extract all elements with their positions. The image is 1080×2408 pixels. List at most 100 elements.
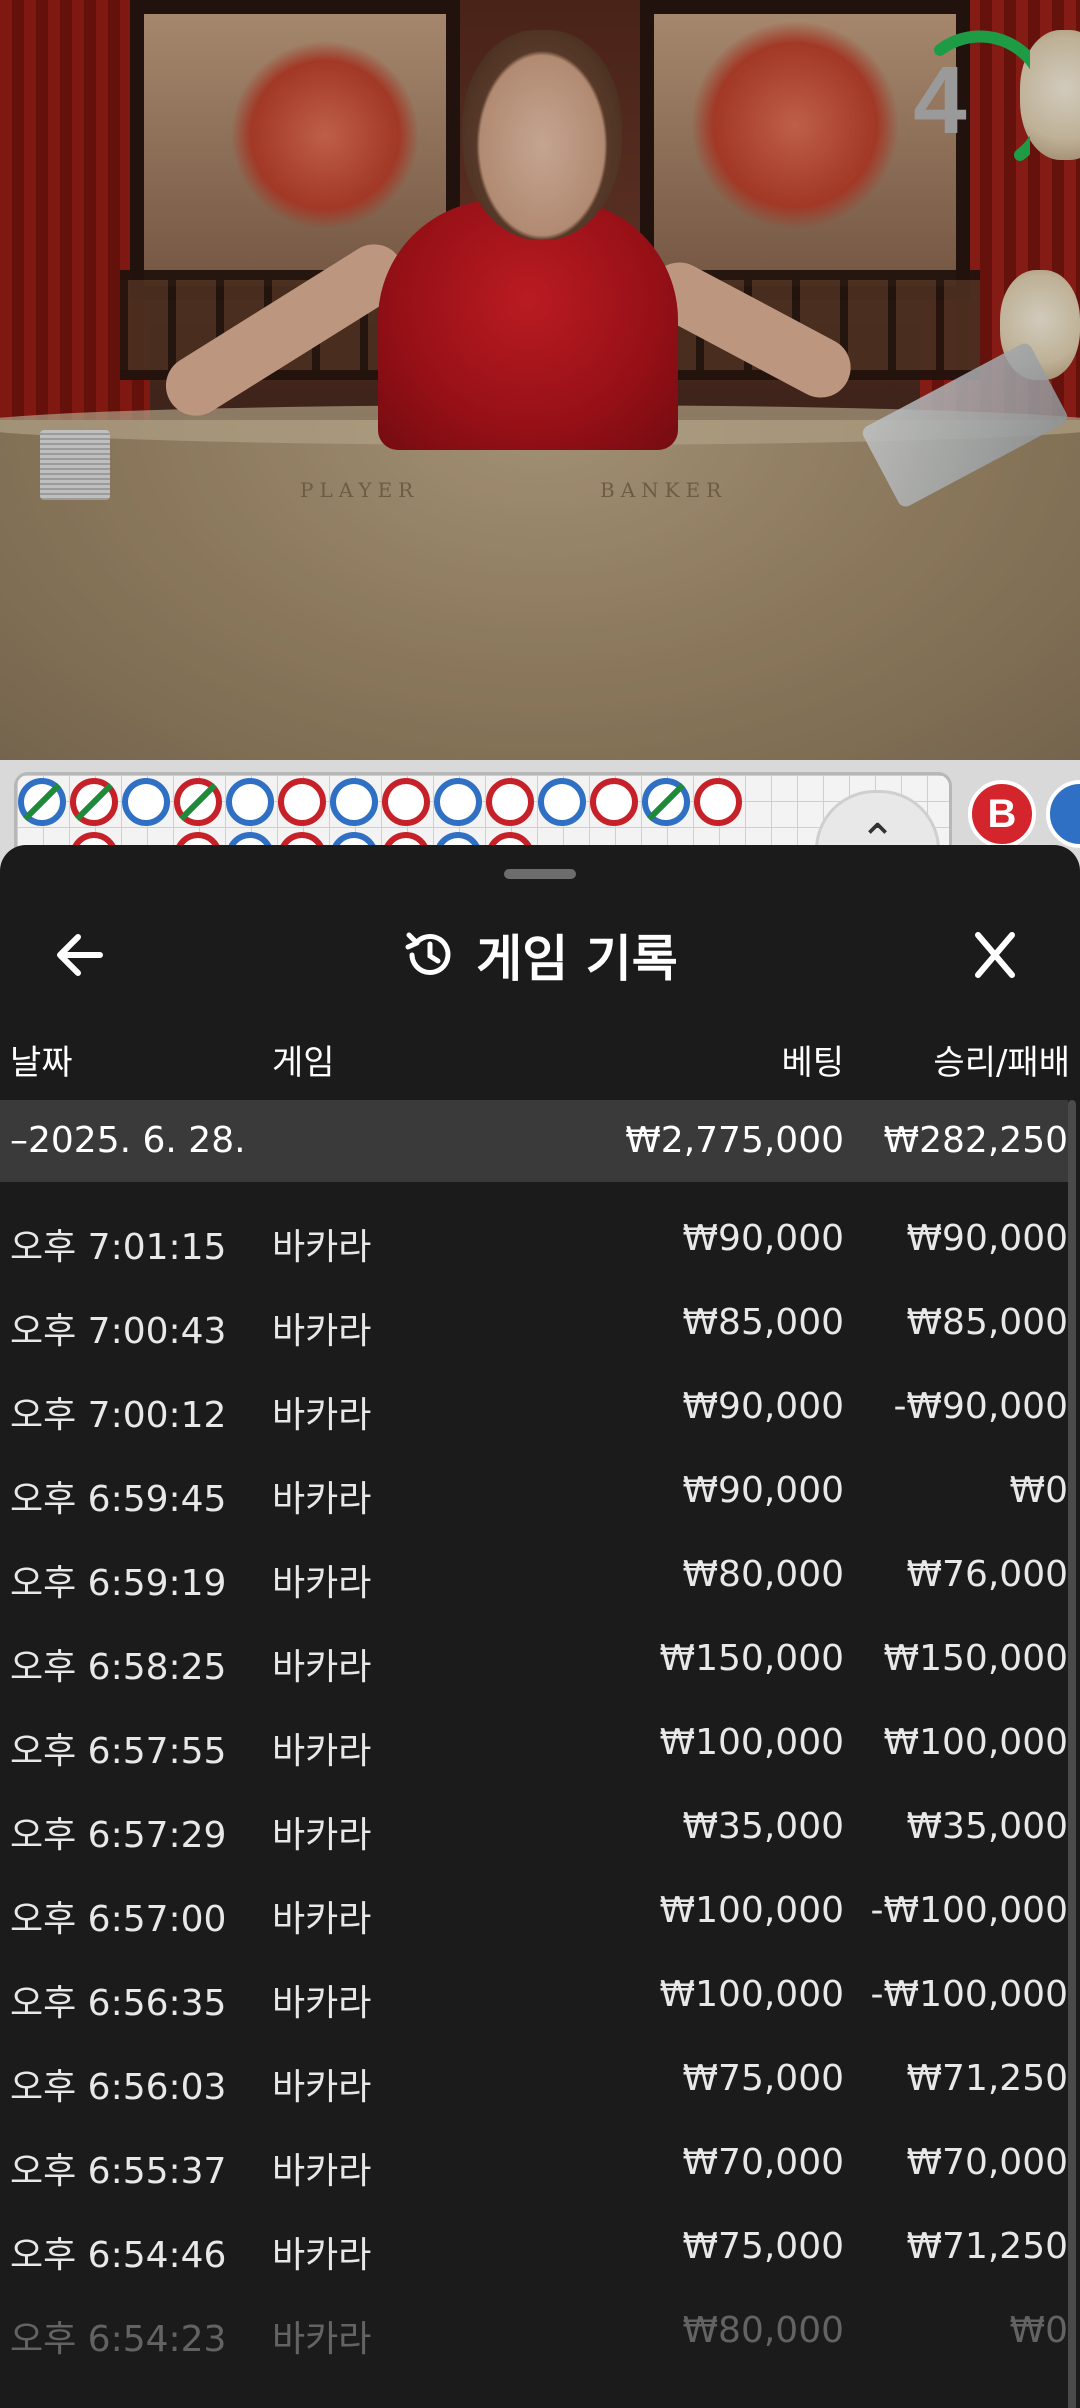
- row-game: 바카라: [272, 2235, 372, 2276]
- row-result: ₩71,250: [906, 2226, 1068, 2267]
- row-bet: ₩90,000: [682, 1218, 844, 1259]
- row-result: ₩150,000: [883, 1638, 1068, 1679]
- table-row[interactable]: 오후 6:54:46 바카라 ₩75,000 ₩71,250: [0, 2206, 1068, 2290]
- row-bet: ₩90,000: [682, 1386, 844, 1427]
- table-row[interactable]: 오후 6:57:29 바카라 ₩35,000 ₩35,000: [0, 1786, 1068, 1870]
- row-time: 오후 7:00:43: [10, 1311, 227, 1352]
- row-result: ₩70,000: [906, 2142, 1068, 2183]
- row-game: 바카라: [272, 2067, 372, 2108]
- row-bet: ₩100,000: [659, 1890, 844, 1931]
- bead-banker-tie: [174, 778, 222, 826]
- row-bet: ₩70,000: [682, 2142, 844, 2183]
- table-row[interactable]: 오후 6:54:23 바카라 ₩80,000 ₩0: [0, 2290, 1068, 2374]
- page-title: 게임 기록: [476, 930, 678, 988]
- banker-badge[interactable]: B: [968, 780, 1036, 848]
- row-bet: ₩75,000: [682, 2226, 844, 2267]
- row-bet: ₩100,000: [659, 1974, 844, 2015]
- summary-bet: ₩2,775,000: [625, 1120, 844, 1161]
- row-time: 오후 6:59:45: [10, 1479, 227, 1520]
- row-bet: ₩80,000: [682, 2310, 844, 2351]
- row-result: ₩100,000: [883, 1722, 1068, 1763]
- date-group-summary[interactable]: –2025. 6. 28. ₩2,775,000 ₩282,250: [0, 1100, 1068, 1182]
- row-game: 바카라: [272, 1899, 372, 1940]
- countdown-number: 4: [913, 47, 967, 154]
- table-row[interactable]: 오후 6:57:55 바카라 ₩100,000 ₩100,000: [0, 1702, 1068, 1786]
- bead-player-tie: [18, 778, 66, 826]
- col-bet: 베팅: [781, 1043, 844, 1083]
- back-arrow-icon[interactable]: [48, 925, 118, 985]
- row-game: 바카라: [272, 1563, 372, 1604]
- summary-date: –2025. 6. 28.: [10, 1120, 246, 1161]
- table-row[interactable]: 오후 7:01:15 바카라 ₩90,000 ₩90,000: [0, 1198, 1068, 1282]
- row-time: 오후 6:54:23: [10, 2319, 227, 2360]
- bead-banker: [486, 778, 534, 826]
- table-row[interactable]: 오후 6:59:19 바카라 ₩80,000 ₩76,000: [0, 1534, 1068, 1618]
- table-row[interactable]: 오후 7:00:43 바카라 ₩85,000 ₩85,000: [0, 1282, 1068, 1366]
- table-row[interactable]: 오후 6:59:45 바카라 ₩90,000 ₩0: [0, 1450, 1068, 1534]
- table-row[interactable]: 오후 6:55:37 바카라 ₩70,000 ₩70,000: [0, 2122, 1068, 2206]
- table-row[interactable]: 오후 6:58:25 바카라 ₩150,000 ₩150,000: [0, 1618, 1068, 1702]
- bead-player: [226, 778, 274, 826]
- player-badge[interactable]: [1046, 780, 1080, 848]
- row-time: 오후 6:59:19: [10, 1563, 227, 1604]
- row-bet: ₩80,000: [682, 1554, 844, 1595]
- row-bet: ₩35,000: [682, 1806, 844, 1847]
- table-row[interactable]: 오후 6:57:00 바카라 ₩100,000 -₩100,000: [0, 1870, 1068, 1954]
- game-history-sheet: 게임 기록 날짜 게임 베팅 승리/패배 –2025. 6. 28. ₩2,77…: [0, 845, 1080, 2408]
- row-bet: ₩90,000: [682, 1470, 844, 1511]
- table-row[interactable]: 오후 6:56:03 바카라 ₩75,000 ₩71,250: [0, 2038, 1068, 2122]
- sheet-header: 게임 기록: [0, 895, 1080, 1015]
- bead-banker: [278, 778, 326, 826]
- bead-player: [122, 778, 170, 826]
- row-result: -₩100,000: [870, 1974, 1068, 2015]
- row-time: 오후 7:01:15: [10, 1227, 227, 1268]
- list-scrollbar[interactable]: [1068, 1100, 1076, 2408]
- row-game: 바카라: [272, 2319, 372, 2360]
- row-bet: ₩85,000: [682, 1302, 844, 1343]
- row-time: 오후 6:56:03: [10, 2067, 227, 2108]
- row-game: 바카라: [272, 1647, 372, 1688]
- row-result: -₩100,000: [870, 1890, 1068, 1931]
- row-time: 오후 6:57:29: [10, 1815, 227, 1856]
- row-game: 바카라: [272, 2151, 372, 2192]
- row-time: 오후 6:54:46: [10, 2235, 227, 2276]
- bead-banker-tie: [70, 778, 118, 826]
- table-row[interactable]: 오후 6:56:35 바카라 ₩100,000 -₩100,000: [0, 1954, 1068, 2038]
- history-rows: 오후 7:01:15 바카라 ₩90,000 ₩90,000 오후 7:00:4…: [0, 1198, 1068, 2374]
- row-game: 바카라: [272, 1815, 372, 1856]
- row-result: ₩0: [1009, 2310, 1069, 2351]
- row-time: 오후 6:55:37: [10, 2151, 227, 2192]
- col-result: 승리/패배: [933, 1043, 1070, 1083]
- column-headers: 날짜 게임 베팅 승리/패배: [0, 1035, 1080, 1105]
- row-result: ₩0: [1009, 1470, 1069, 1511]
- row-game: 바카라: [272, 1731, 372, 1772]
- row-result: ₩35,000: [906, 1806, 1068, 1847]
- row-game: 바카라: [272, 1983, 372, 2024]
- row-time: 오후 6:57:00: [10, 1899, 227, 1940]
- countdown-timer: 4: [880, 30, 1052, 180]
- row-result: -₩90,000: [893, 1386, 1068, 1427]
- history-icon: [405, 932, 451, 975]
- row-time: 오후 6:56:35: [10, 1983, 227, 2024]
- row-time: 오후 7:00:12: [10, 1395, 227, 1436]
- table-row[interactable]: 오후 7:00:12 바카라 ₩90,000 -₩90,000: [0, 1366, 1068, 1450]
- bead-banker: [694, 778, 742, 826]
- bead-banker: [590, 778, 638, 826]
- row-game: 바카라: [272, 1227, 372, 1268]
- row-time: 오후 6:58:25: [10, 1647, 227, 1688]
- row-game: 바카라: [272, 1311, 372, 1352]
- live-video: PLAYER BANKER 4: [0, 0, 1080, 760]
- bead-banker: [382, 778, 430, 826]
- row-bet: ₩150,000: [659, 1638, 844, 1679]
- row-result: ₩71,250: [906, 2058, 1068, 2099]
- bead-player: [330, 778, 378, 826]
- row-game: 바카라: [272, 1479, 372, 1520]
- close-icon[interactable]: [960, 925, 1030, 985]
- bead-player-tie: [642, 778, 690, 826]
- bead-player: [434, 778, 482, 826]
- sheet-drag-handle[interactable]: [504, 869, 576, 879]
- bead-player: [538, 778, 586, 826]
- row-result: ₩85,000: [906, 1302, 1068, 1343]
- summary-result: ₩282,250: [883, 1120, 1068, 1161]
- col-date: 날짜: [10, 1043, 73, 1083]
